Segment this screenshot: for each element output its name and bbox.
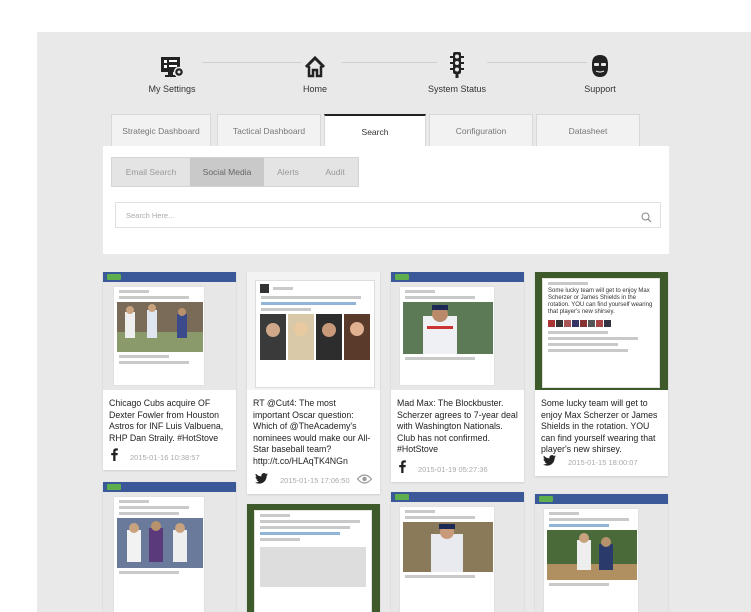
- social-post-card[interactable]: RT @Cut4: The most important Oscar quest…: [247, 272, 380, 494]
- post-preview: [543, 508, 639, 612]
- facebook-icon: [111, 448, 118, 466]
- post-footer: 2015-01-15 18:00:07: [543, 454, 660, 470]
- post-date: 2015-01-19 05:27:36: [418, 464, 488, 474]
- eye-icon[interactable]: [356, 471, 373, 489]
- post-caption: RT @Cut4: The most important Oscar quest…: [253, 398, 371, 466]
- home-icon: [255, 50, 375, 78]
- subtab-alerts[interactable]: Alerts: [264, 158, 312, 186]
- post-date: 2015-01-15 17:06:50: [280, 475, 350, 485]
- social-post-card[interactable]: Mad Max: The Blockbuster. Scherzer agree…: [391, 272, 524, 482]
- post-caption: Some lucky team will get to enjoy Max Sc…: [541, 398, 658, 454]
- nav-my-settings[interactable]: My Settings: [112, 50, 232, 94]
- post-screenshot: [247, 272, 380, 390]
- tab-tactical-dashboard[interactable]: Tactical Dashboard: [217, 114, 321, 146]
- facebook-page-bar: [391, 492, 524, 502]
- main-panel: My Settings Home System Status Support S…: [37, 32, 751, 612]
- tab-configuration[interactable]: Configuration: [429, 114, 533, 146]
- nav-home[interactable]: Home: [255, 50, 375, 94]
- facebook-page-bar: [535, 494, 668, 504]
- post-footer: 2015-01-15 17:06:50: [255, 471, 373, 489]
- nav-label: My Settings: [148, 84, 196, 94]
- top-nav: My Settings Home System Status Support: [37, 32, 751, 112]
- social-post-card[interactable]: [247, 504, 380, 612]
- post-screenshot: [103, 272, 236, 390]
- subtab-email-search[interactable]: Email Search: [112, 158, 190, 186]
- post-screenshot: [391, 272, 524, 390]
- post-preview: [113, 286, 205, 386]
- post-preview: [255, 280, 375, 388]
- post-screenshot: [103, 482, 236, 612]
- facebook-page-bar: [103, 482, 236, 492]
- social-post-card[interactable]: [391, 492, 524, 612]
- post-caption: Chicago Cubs acquire OF Dexter Fowler fr…: [109, 398, 224, 443]
- search-icon[interactable]: [641, 210, 652, 228]
- post-preview: [399, 286, 495, 386]
- post-footer: 2015-01-19 05:27:36: [399, 460, 516, 478]
- twitter-icon: [255, 471, 268, 489]
- traffic-light-icon: [397, 50, 517, 78]
- subtab-social-media[interactable]: Social Media: [190, 158, 264, 186]
- post-screenshot: [535, 494, 668, 612]
- post-preview: Some lucky team will get to enjoy Max Sc…: [542, 278, 660, 388]
- nav-system-status[interactable]: System Status: [397, 50, 517, 94]
- post-footer: 2015-01-16 10:38:57: [111, 448, 228, 466]
- search-panel: Email Search Social Media Alerts Audit: [103, 146, 669, 254]
- facebook-page-bar: [103, 272, 236, 282]
- support-person-icon: [540, 50, 660, 78]
- post-preview-text: Some lucky team will get to enjoy Max Sc…: [548, 288, 653, 315]
- post-caption: Mad Max: The Blockbuster. Scherzer agree…: [397, 398, 518, 454]
- post-screenshot: [247, 504, 380, 612]
- post-preview: [254, 510, 372, 612]
- post-screenshot: Some lucky team will get to enjoy Max Sc…: [535, 272, 668, 390]
- subtab-audit[interactable]: Audit: [312, 158, 358, 186]
- nav-support[interactable]: Support: [540, 50, 660, 94]
- post-preview: [113, 496, 205, 612]
- facebook-icon: [399, 460, 406, 478]
- search-input[interactable]: [116, 203, 616, 227]
- search-subtabs: Email Search Social Media Alerts Audit: [111, 157, 359, 187]
- post-preview-thumbnails: [548, 320, 654, 327]
- nav-label: Home: [302, 84, 327, 94]
- facebook-page-bar: [391, 272, 524, 282]
- tab-datasheet[interactable]: Datasheet: [536, 114, 640, 146]
- nav-label: Support: [584, 84, 616, 94]
- twitter-icon: [543, 453, 556, 471]
- post-screenshot: [391, 492, 524, 612]
- tab-search[interactable]: Search: [324, 114, 426, 147]
- social-post-card[interactable]: Some lucky team will get to enjoy Max Sc…: [535, 272, 668, 476]
- social-post-card[interactable]: [103, 482, 236, 612]
- tab-strategic-dashboard[interactable]: Strategic Dashboard: [111, 114, 211, 146]
- search-field[interactable]: [115, 202, 661, 228]
- post-date: 2015-01-16 10:38:57: [130, 452, 200, 462]
- nav-label: System Status: [427, 84, 487, 94]
- post-preview: [399, 506, 495, 612]
- social-post-card[interactable]: [535, 494, 668, 612]
- social-post-card[interactable]: Chicago Cubs acquire OF Dexter Fowler fr…: [103, 272, 236, 470]
- settings-monitor-icon: [112, 50, 232, 78]
- post-date: 2015-01-15 18:00:07: [568, 457, 638, 467]
